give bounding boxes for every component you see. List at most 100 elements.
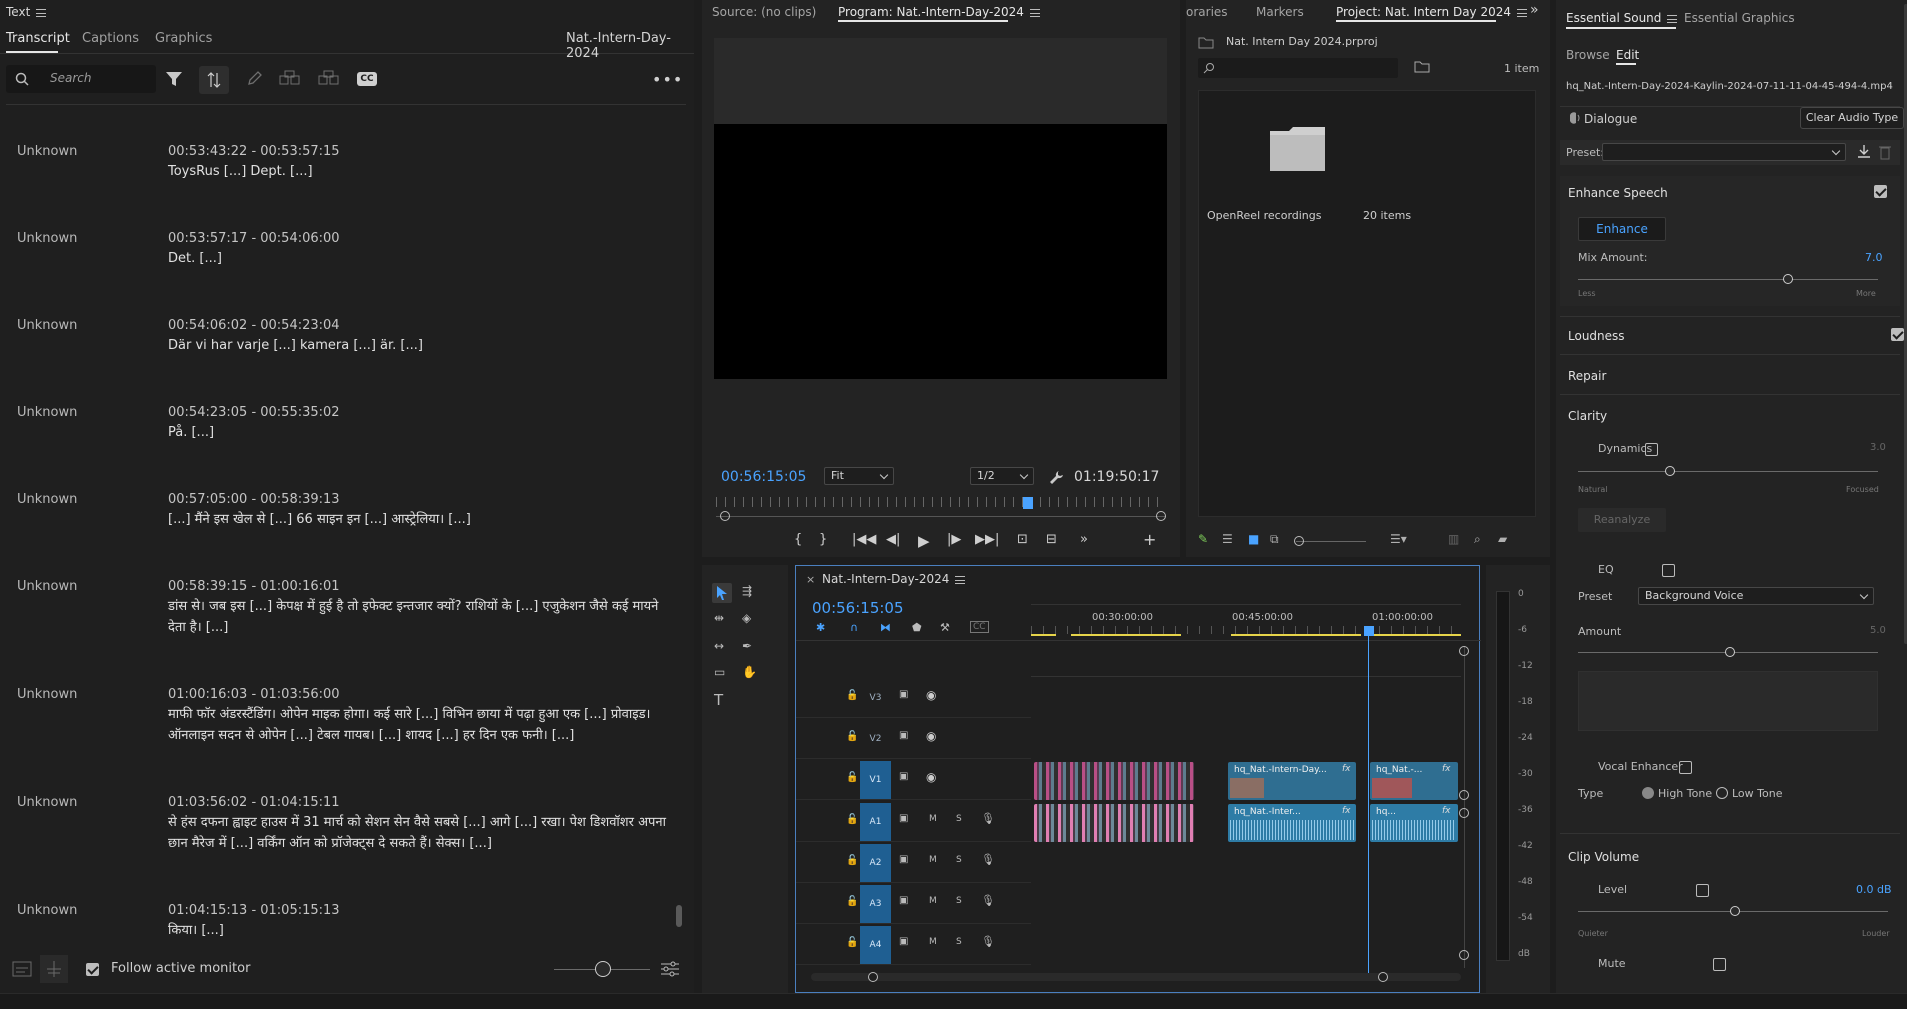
freeform-view-icon[interactable]: ⧉ xyxy=(1270,532,1279,547)
speaker-label[interactable]: Unknown xyxy=(17,903,77,918)
track-header-v2[interactable]: 🔓 V2 ▣ ◉ xyxy=(796,719,1031,759)
delete-preset-icon[interactable] xyxy=(1878,144,1892,160)
video-canvas[interactable] xyxy=(714,38,1167,379)
track-label[interactable]: V1 xyxy=(860,761,891,799)
tab-captions[interactable]: Captions xyxy=(82,31,139,46)
sync-lock-icon[interactable]: ▣ xyxy=(899,730,908,741)
h-scroll-end[interactable] xyxy=(1378,972,1388,982)
rectangle-icon[interactable]: ▭ xyxy=(714,665,725,679)
transcript-text[interactable]: माफी फॉर अंडरस्टैंडिंग। ओपेन माइक होगा। … xyxy=(168,704,668,746)
high-tone-radio[interactable] xyxy=(1642,787,1654,799)
v-scroll-handle[interactable] xyxy=(1459,790,1469,800)
insert-icon[interactable]: ⊡ xyxy=(1017,532,1028,547)
track-header-v3[interactable]: 🔓 V3 ▣ ◉ xyxy=(796,678,1031,718)
transcript-text[interactable]: किया। [...] xyxy=(168,920,668,941)
tab-essential-graphics[interactable]: Essential Graphics xyxy=(1684,11,1795,25)
solo-track-icon[interactable]: S xyxy=(956,814,962,824)
speaker-label[interactable]: Unknown xyxy=(17,687,77,702)
eq-preset-dropdown[interactable]: Background Voice xyxy=(1638,587,1874,605)
track-label[interactable]: A1 xyxy=(860,803,891,841)
track-label[interactable]: A3 xyxy=(860,885,891,923)
pen-icon[interactable]: ✒ xyxy=(742,639,752,653)
subtab-edit[interactable]: Edit xyxy=(1616,48,1639,62)
track-label[interactable]: V3 xyxy=(860,679,891,717)
preset-dropdown[interactable] xyxy=(1602,143,1846,161)
mute-checkbox[interactable] xyxy=(1712,958,1726,971)
timeline-ruler[interactable] xyxy=(1031,626,1461,634)
panel-menu-icon[interactable] xyxy=(1029,8,1040,17)
timeline-playhead-handle[interactable] xyxy=(1364,626,1374,636)
enhance-button[interactable]: Enhance xyxy=(1578,217,1666,241)
speakers-icon[interactable] xyxy=(279,70,301,86)
razor-icon[interactable]: ◈ xyxy=(742,611,751,625)
track-label[interactable]: A2 xyxy=(860,844,891,882)
solo-track-icon[interactable]: S xyxy=(956,896,962,906)
slip-icon[interactable]: ↔ xyxy=(714,639,724,653)
reanalyze-button[interactable]: Reanalyze xyxy=(1578,508,1666,532)
tab-source[interactable]: Source: (no clips) xyxy=(712,5,816,19)
enhance-speech-checkbox[interactable] xyxy=(1874,185,1887,198)
transcript-text[interactable]: डांस से। जब इस [...] केपक्ष में हुई है त… xyxy=(168,596,668,638)
track-header-a4[interactable]: 🔓 A4 ▣ M S 🎙 xyxy=(796,925,1031,965)
resolution-dropdown[interactable]: 1/2 xyxy=(970,467,1034,485)
timeline-playhead-line[interactable] xyxy=(1368,634,1369,974)
microphone-icon[interactable]: 🎙 xyxy=(981,935,995,948)
dynamics-slider[interactable] xyxy=(1578,471,1878,472)
level-checkbox[interactable] xyxy=(1695,884,1709,897)
track-label[interactable]: V2 xyxy=(860,720,891,758)
solo-track-icon[interactable]: S xyxy=(956,937,962,947)
tab-graphics[interactable]: Graphics xyxy=(155,31,212,46)
ripple-edit-icon[interactable]: ⇹ xyxy=(714,611,724,625)
zoom-slider-knob[interactable] xyxy=(595,961,611,977)
step-forward-icon[interactable]: |▶ xyxy=(947,532,961,547)
eye-icon[interactable]: ◉ xyxy=(926,770,936,784)
filter-icon[interactable] xyxy=(165,70,183,88)
track-header-a2[interactable]: 🔓 A2 ▣ M S 🎙 xyxy=(796,843,1031,883)
mix-amount-slider[interactable] xyxy=(1578,279,1878,280)
monitor-ruler[interactable] xyxy=(716,497,1166,507)
save-preset-icon[interactable] xyxy=(1856,144,1872,160)
a1-clip[interactable]: hq... fx xyxy=(1370,804,1458,842)
folder-icon[interactable] xyxy=(1269,127,1327,171)
sync-lock-icon[interactable]: ▣ xyxy=(899,936,908,947)
thumbnail-size-knob[interactable] xyxy=(1294,536,1304,546)
speaker-label[interactable]: Unknown xyxy=(17,492,77,507)
mix-amount-knob[interactable] xyxy=(1783,274,1793,284)
find-icon[interactable]: ⌕ xyxy=(1474,532,1481,547)
project-bin-area[interactable]: OpenReel recordings 20 items xyxy=(1198,90,1536,517)
subtab-browse[interactable]: Browse xyxy=(1566,48,1610,62)
pencil-icon[interactable] xyxy=(247,70,263,86)
lock-icon[interactable]: 🔓 xyxy=(846,690,858,701)
hand-icon[interactable]: ✋ xyxy=(742,665,757,679)
panel-menu-icon[interactable] xyxy=(1517,8,1528,17)
a1-clip[interactable]: hq_Nat.-Inter... fx xyxy=(1228,804,1356,842)
step-back-icon[interactable]: ◀| xyxy=(886,532,900,547)
icon-view-icon[interactable]: ■ xyxy=(1248,532,1259,546)
caption-track-icon[interactable] xyxy=(12,960,32,978)
sync-lock-icon[interactable]: ▣ xyxy=(899,771,908,782)
speaker-label[interactable]: Unknown xyxy=(17,405,77,420)
mute-track-icon[interactable]: M xyxy=(929,937,937,947)
monitor-playhead[interactable] xyxy=(1023,497,1033,509)
speaker-label[interactable]: Unknown xyxy=(17,231,77,246)
sync-lock-icon[interactable]: ▣ xyxy=(899,813,908,824)
playhead-timecode[interactable]: 00:56:15:05 xyxy=(721,469,806,485)
transcript-text[interactable]: Det. [...] xyxy=(168,248,668,269)
timeline-timecode[interactable]: 00:56:15:05 xyxy=(812,599,904,617)
speaker-label[interactable]: Unknown xyxy=(17,795,77,810)
eq-checkbox[interactable] xyxy=(1662,564,1676,577)
v1-clip[interactable]: hq_Nat.-Intern-Day... fx xyxy=(1228,762,1356,800)
overwrite-icon[interactable]: ⊟ xyxy=(1046,532,1057,547)
microphone-icon[interactable]: 🎙 xyxy=(981,812,995,825)
search-box[interactable]: Search xyxy=(6,65,156,93)
a1-clip-group[interactable] xyxy=(1034,804,1194,842)
clear-audio-type-button[interactable]: Clear Audio Type xyxy=(1800,107,1904,129)
sync-lock-icon[interactable]: ▣ xyxy=(899,895,908,906)
thumbnail-size-track[interactable] xyxy=(1296,541,1366,542)
mark-out-icon[interactable]: } xyxy=(819,532,827,547)
tab-project[interactable]: Project: Nat. Intern Day 2024 xyxy=(1336,5,1528,19)
vertical-scrollbar[interactable] xyxy=(1464,646,1465,968)
tab-essential-sound[interactable]: Essential Sound xyxy=(1566,11,1678,25)
eq-graph[interactable] xyxy=(1578,671,1878,731)
mark-in-icon[interactable]: { xyxy=(794,532,802,547)
